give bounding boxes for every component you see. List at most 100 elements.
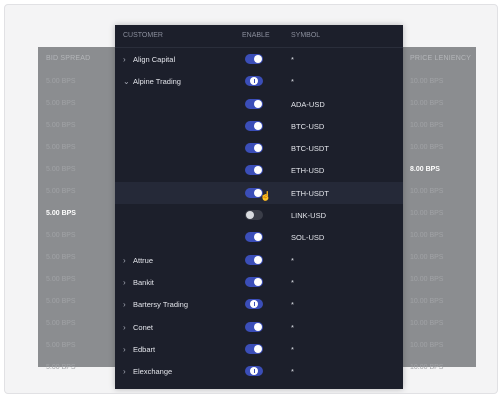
chevron-right-icon[interactable]: › [123, 367, 133, 376]
enable-toggle[interactable] [245, 76, 263, 87]
toggle-knob [254, 255, 262, 264]
enable-toggle[interactable] [245, 299, 263, 310]
chevron-right-icon[interactable]: › [123, 300, 133, 309]
symbol-cell: * [291, 367, 294, 377]
symbol-cell: ETH-USD [291, 166, 325, 176]
symbol-cell: * [291, 277, 294, 287]
symbol-cell: BTC-USD [291, 121, 325, 131]
symbol-row[interactable]: LINK-USD [115, 204, 403, 226]
price-leniency-cell: 10.00 BPS [410, 320, 444, 327]
symbol-cell: * [291, 255, 294, 265]
toggle-knob [246, 211, 254, 220]
symbol-cell: ETH-USDT [291, 188, 329, 198]
bid-spread-cell: 5.00 BPS [46, 210, 76, 217]
symbol-row[interactable]: BTC-USD [115, 115, 403, 137]
toggle-knob [254, 322, 262, 331]
symbol-row[interactable]: ETH-USD [115, 159, 403, 181]
enable-toggle[interactable] [245, 254, 263, 265]
price-leniency-cell: 10.00 BPS [410, 298, 444, 305]
chevron-right-icon[interactable]: › [123, 345, 133, 354]
customer-name: Elexchange [133, 367, 173, 377]
bid-spread-cell: 5.00 BPS [46, 254, 76, 261]
toggle-knob [254, 233, 262, 242]
toggle-knob [254, 277, 262, 286]
bid-spread-column: BID SPREAD 5.00 BPS 5.00 BPS 5.00 BPS 5.… [38, 47, 116, 371]
symbol-cell: ADA-USD [291, 99, 325, 109]
toggle-knob [250, 367, 258, 376]
chevron-right-icon[interactable]: › [123, 55, 133, 64]
symbol-cell: * [291, 77, 294, 87]
price-leniency-cell: 10.00 BPS [410, 276, 444, 283]
chevron-right-icon[interactable]: › [123, 323, 133, 332]
toggle-knob [254, 144, 262, 153]
bid-spread-cell: 5.00 BPS [46, 188, 76, 195]
customer-row[interactable]: › Attrue * [115, 249, 403, 271]
customer-row[interactable]: › Elexchange * [115, 360, 403, 382]
symbol-row[interactable]: ADA-USD [115, 93, 403, 115]
enable-toggle[interactable] [245, 165, 263, 176]
enable-toggle[interactable] [245, 276, 263, 287]
customer-name-cell[interactable]: ⌄ Alpine Trading [123, 77, 181, 86]
symbol-cell: SOL-USD [291, 233, 325, 243]
price-leniency-cell: 10.00 BPS [410, 364, 444, 371]
chevron-down-icon[interactable]: ⌄ [123, 77, 133, 86]
enable-toggle[interactable] [245, 366, 263, 377]
customer-name: Align Capital [133, 55, 176, 64]
bid-spread-header: BID SPREAD [46, 55, 91, 62]
customer-panel: CUSTOMER ENABLE SYMBOL › Align Capital * … [115, 25, 403, 389]
customer-row[interactable]: › Bankit * [115, 271, 403, 293]
customer-name-cell[interactable]: › Elexchange [123, 367, 172, 376]
customer-name-cell[interactable]: › Attrue [123, 256, 153, 265]
toggle-knob [254, 99, 262, 108]
symbol-cell: * [291, 300, 294, 310]
customer-row[interactable]: ⌄ Alpine Trading * [115, 70, 403, 92]
price-leniency-cell: 10.00 BPS [410, 342, 444, 349]
enable-toggle[interactable] [245, 120, 263, 131]
enable-toggle[interactable] [245, 321, 263, 332]
symbol-cell: BTC-USDT [291, 144, 329, 154]
chevron-right-icon[interactable]: › [123, 256, 133, 265]
customer-name: Bankit [133, 277, 154, 287]
customer-name: Attrue [133, 255, 154, 265]
price-leniency-cell: 10.00 BPS [410, 210, 444, 217]
chevron-right-icon[interactable]: › [123, 278, 133, 287]
customer-row[interactable]: › Align Capital * [115, 48, 403, 70]
bid-spread-cell: 5.00 BPS [46, 320, 76, 327]
enable-toggle[interactable] [245, 98, 263, 109]
price-leniency-cell: 10.00 BPS [410, 232, 444, 239]
customer-row[interactable]: › Edbart * [115, 338, 403, 360]
symbol-cell: LINK-USD [291, 211, 327, 221]
customer-name-cell[interactable]: › Align Capital [123, 55, 175, 64]
customer-name: Conet [133, 322, 154, 332]
price-leniency-cell: 10.00 BPS [410, 254, 444, 261]
toggle-knob [254, 166, 262, 175]
panel-header: CUSTOMER ENABLE SYMBOL [115, 25, 403, 48]
bid-spread-cell: 5.00 BPS [46, 78, 76, 85]
symbol-row[interactable]: BTC-USDT [115, 137, 403, 159]
bid-spread-cell: 5.00 BPS [46, 342, 76, 349]
enable-toggle[interactable] [245, 232, 263, 243]
toggle-knob [254, 55, 262, 63]
enable-header: ENABLE [242, 32, 270, 39]
enable-toggle[interactable] [245, 210, 263, 221]
symbol-row[interactable]: ☝ ETH-USDT [115, 181, 403, 205]
bid-spread-cell: 5.00 BPS [46, 298, 76, 305]
customer-name-cell[interactable]: › Conet [123, 323, 153, 332]
symbol-row[interactable]: SOL-USD [115, 226, 403, 248]
enable-toggle[interactable] [245, 343, 263, 354]
toggle-knob [250, 300, 258, 309]
customer-name-cell[interactable]: › Edbart [123, 345, 155, 354]
enable-toggle[interactable] [245, 143, 263, 154]
customer-row[interactable]: › Bartersy Trading * [115, 293, 403, 315]
symbol-cell: * [291, 344, 294, 354]
customer-row[interactable]: › Conet * [115, 316, 403, 338]
customer-name-cell[interactable]: › Bankit [123, 278, 154, 287]
bid-spread-cell: 5.00 BPS [46, 122, 76, 129]
table-container: BID SPREAD 5.00 BPS 5.00 BPS 5.00 BPS 5.… [4, 4, 498, 394]
enable-toggle[interactable] [245, 54, 263, 64]
symbol-cell: * [291, 322, 294, 332]
price-leniency-header: PRICE LENIENCY [410, 55, 472, 62]
bid-spread-cell: 5.00 BPS [46, 364, 76, 371]
customer-name-cell[interactable]: › Bartersy Trading [123, 300, 188, 309]
bid-spread-cell: 5.00 BPS [46, 276, 76, 283]
